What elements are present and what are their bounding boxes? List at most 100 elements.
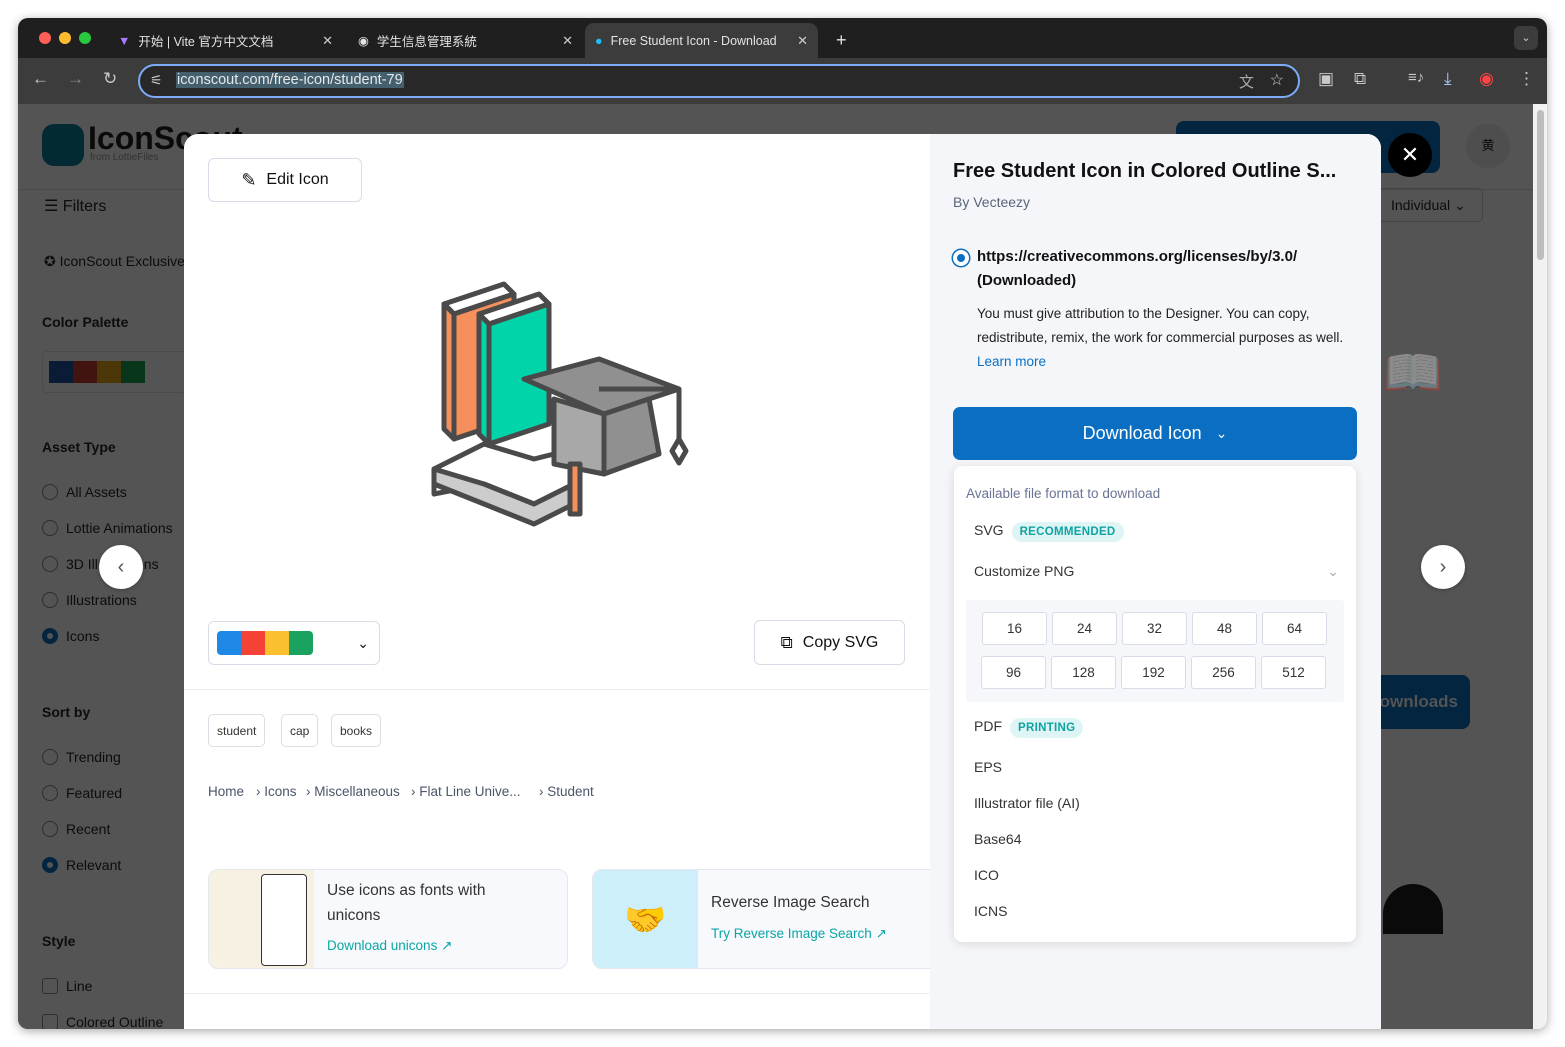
maximize-window-button[interactable] [79, 32, 91, 44]
png-size-192[interactable]: 192 [1121, 656, 1186, 689]
media-controls-icon[interactable]: ≡♪ [1408, 69, 1424, 86]
profile-avatar-icon[interactable]: ◉ [1479, 69, 1494, 89]
style-label: Line [66, 978, 93, 994]
new-tab-button[interactable]: + [826, 23, 857, 58]
breadcrumb-misc[interactable]: › Miscellaneous [306, 784, 400, 799]
tab-label: Free Student Icon - Download [610, 33, 777, 48]
sort-label: Relevant [66, 857, 122, 873]
breadcrumb-icons[interactable]: › Icons [256, 784, 297, 799]
format-ico[interactable]: ICO [974, 867, 999, 883]
tag-cap[interactable]: cap [281, 714, 319, 747]
breadcrumb-student[interactable]: › Student [539, 784, 594, 799]
format-svg[interactable]: SVG RECOMMENDED [974, 522, 1124, 542]
promo-card-unicons[interactable]: Use icons as fonts with unicons Download… [208, 869, 568, 969]
scrollbar-thumb[interactable] [1537, 110, 1544, 260]
previous-icon-button[interactable]: ‹ [99, 545, 143, 589]
png-size-512[interactable]: 512 [1261, 656, 1326, 689]
forward-icon[interactable]: → [67, 69, 84, 89]
format-ai[interactable]: Illustrator file (AI) [974, 795, 1080, 811]
license-radio[interactable] [953, 250, 969, 266]
png-size-96[interactable]: 96 [981, 656, 1046, 689]
site-info-icon[interactable]: ⚟ [150, 72, 163, 89]
radio-all-assets[interactable] [42, 484, 58, 500]
format-icns[interactable]: ICNS [974, 903, 1007, 919]
chevron-right-icon: › [1439, 555, 1447, 578]
promo-link[interactable]: Try Reverse Image Search ↗ [711, 926, 887, 942]
png-size-16[interactable]: 16 [982, 612, 1047, 645]
logo-subtext: from LottieFiles [90, 152, 159, 163]
checkbox-colored-outline[interactable] [42, 1014, 58, 1029]
page-scrollbar[interactable] [1533, 104, 1547, 1029]
close-tab-icon[interactable]: ✕ [322, 33, 333, 49]
copy-icon: ⧉ [780, 632, 793, 652]
radio-illustrations[interactable] [42, 592, 58, 608]
tab-vite[interactable]: ▼ 开始 | Vite 官方中文文档 ✕ [108, 23, 343, 58]
style-label: Colored Outline [66, 1014, 164, 1029]
extensions-puzzle-icon[interactable]: ⧉ [1354, 69, 1366, 89]
radio-3d[interactable] [42, 556, 58, 572]
student-reading-thumbnail[interactable]: 📖 [1383, 344, 1443, 401]
chevron-left-icon: ‹ [117, 555, 125, 578]
edit-pencil-icon: ✎ [241, 169, 257, 190]
copy-svg-button[interactable]: ⧉ Copy SVG [754, 620, 905, 665]
icon-title: Free Student Icon in Colored Outline S..… [953, 160, 1337, 182]
translate-icon[interactable]: 文 [1239, 71, 1254, 92]
breadcrumb-pack[interactable]: › Flat Line Unive... [411, 784, 521, 799]
png-size-24[interactable]: 24 [1052, 612, 1117, 645]
back-icon[interactable]: ← [32, 69, 49, 89]
radio-recent[interactable] [42, 821, 58, 837]
png-size-32[interactable]: 32 [1122, 612, 1187, 645]
download-icon[interactable]: ⤓ [1444, 69, 1452, 89]
close-modal-button[interactable]: ✕ [1388, 133, 1432, 177]
minimize-window-button[interactable] [59, 32, 71, 44]
toolbar: ← → ↻ ⚟ iconscout.com/free-icon/student-… [18, 58, 1547, 104]
png-size-256[interactable]: 256 [1191, 656, 1256, 689]
checkbox-line[interactable] [42, 978, 58, 994]
filters-label[interactable]: ☰ Filters [44, 196, 106, 216]
promo-link[interactable]: Download unicons ↗ [327, 938, 452, 954]
breadcrumb-home[interactable]: Home [208, 784, 244, 799]
close-tab-icon[interactable]: ✕ [562, 33, 573, 49]
tab-student-system[interactable]: ◉ 学生信息管理系統 ✕ [348, 23, 583, 58]
tab-search-button[interactable]: ⌄ [1514, 26, 1538, 50]
png-size-48[interactable]: 48 [1192, 612, 1257, 645]
tag-books[interactable]: books [331, 714, 382, 747]
tag-student[interactable]: student [208, 714, 266, 747]
radio-trending[interactable] [42, 749, 58, 765]
radio-icons[interactable] [42, 628, 58, 644]
png-size-128[interactable]: 128 [1051, 656, 1116, 689]
format-customize-png[interactable]: Customize PNG ⌄ [974, 563, 1339, 579]
address-bar[interactable]: ⚟ iconscout.com/free-icon/student-79 文 ☆ [138, 64, 1300, 98]
menu-kebab-icon[interactable]: ⋮ [1518, 69, 1535, 89]
radio-featured[interactable] [42, 785, 58, 801]
color-palette-picker[interactable] [42, 351, 187, 393]
learn-more-link[interactable]: Learn more [977, 354, 1046, 369]
tab-iconscout[interactable]: ● Free Student Icon - Download ✕ [585, 23, 818, 58]
extension-icon[interactable]: ▣ [1318, 69, 1334, 89]
edit-icon-button[interactable]: ✎ Edit Icon [208, 158, 362, 202]
url-text[interactable]: iconscout.com/free-icon/student-79 [176, 72, 404, 88]
close-tab-icon[interactable]: ✕ [797, 33, 808, 49]
download-icon-button[interactable]: Download Icon ⌄ [953, 407, 1357, 460]
exclusive-filter[interactable]: ✪ IconScout Exclusive [44, 253, 185, 270]
unicons-promo-image [209, 870, 314, 968]
license-select[interactable]: Individual ⌄ [1378, 188, 1483, 222]
reload-icon[interactable]: ↻ [103, 69, 117, 89]
format-pdf[interactable]: PDF PRINTING [974, 718, 1084, 738]
close-window-button[interactable] [39, 32, 51, 44]
promo-card-reverse-search[interactable]: 🤝 Reverse Image Search Try Reverse Image… [592, 869, 952, 969]
user-avatar[interactable]: 黄 [1466, 124, 1510, 168]
color-palette-dropdown[interactable]: ⌄ [208, 621, 380, 665]
format-eps[interactable]: EPS [974, 759, 1002, 775]
swatch-red [241, 631, 265, 655]
radio-relevant[interactable] [42, 857, 58, 873]
format-label: SVG [974, 522, 1004, 538]
author-link[interactable]: By Vecteezy [953, 194, 1030, 210]
radio-lottie[interactable] [42, 520, 58, 536]
png-size-64[interactable]: 64 [1262, 612, 1327, 645]
tab-label: 开始 | Vite 官方中文文档 [138, 35, 274, 49]
bookmark-star-icon[interactable]: ☆ [1270, 70, 1284, 90]
format-base64[interactable]: Base64 [974, 831, 1021, 847]
divider [184, 689, 930, 690]
next-icon-button[interactable]: › [1421, 545, 1465, 589]
